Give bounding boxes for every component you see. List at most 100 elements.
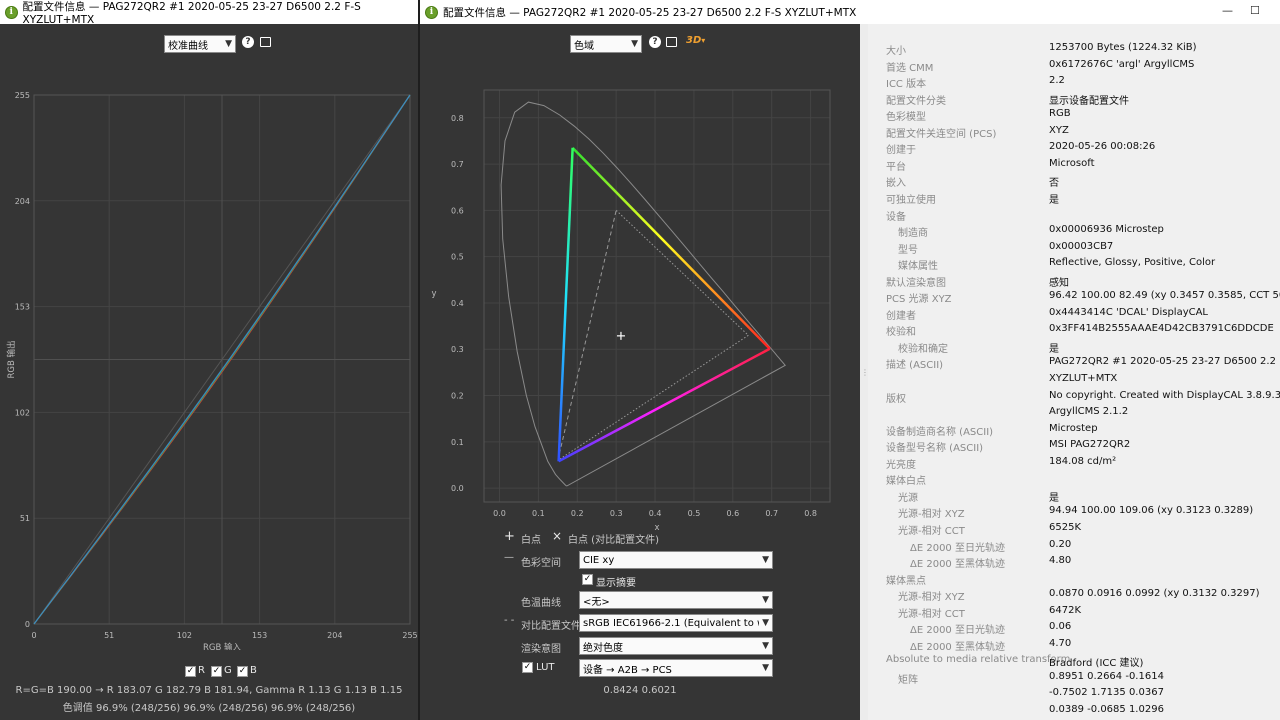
y-tick-label: 51: [20, 514, 30, 523]
y-axis-label: y: [431, 289, 436, 299]
x-tick-label: 0.8: [804, 509, 817, 518]
chevron-down-icon: ▼: [762, 641, 769, 651]
info-row-value: 4.70: [1049, 637, 1072, 649]
info-row-key: 设备: [886, 211, 906, 223]
y-tick-label: 0.0: [451, 484, 464, 493]
info-row-value: Reflective, Glossy, Positive, Color: [1049, 257, 1216, 269]
compare-profile-select[interactable]: sRGB IEC61966-2.1 (Equivalent to www.srg…: [579, 614, 773, 632]
color-space-line-icon: —: [504, 552, 514, 563]
chevron-down-icon: ▼: [762, 595, 769, 605]
minimize-button[interactable]: —: [1222, 4, 1233, 17]
gamut-edge-green-red: [571, 146, 771, 350]
save-image-icon[interactable]: [260, 37, 271, 47]
maximize-button[interactable]: ☐: [1250, 4, 1260, 17]
channel-checkboxes: ✓ R ✓ G ✓ B: [185, 665, 305, 679]
info-row-key: ΔE 2000 至黑体轨迹: [910, 641, 1005, 653]
info-row-value: -0.7502 1.7135 0.0367: [1049, 687, 1164, 699]
lut-select[interactable]: 设备 → A2B → PCS ▼: [579, 659, 773, 677]
status-line-1: R=G=B 190.00 → R 183.07 G 182.79 B 181.9…: [15, 685, 403, 696]
x-tick-label: 0.0: [493, 509, 506, 518]
help-icon[interactable]: ?: [242, 36, 254, 48]
gamut-edge-red-blue: [558, 347, 771, 463]
middle-view-select[interactable]: 色域 ▼: [570, 35, 642, 53]
spectral-locus: [500, 101, 786, 487]
calibration-curve-plot[interactable]: 0 51 102 153 204 255 0 51 102 153 204 255 RGB 输入 RGB …: [0, 60, 418, 650]
tone-curve-select-value: <无>: [583, 596, 610, 608]
y-tick-label: 0.8: [451, 114, 464, 123]
info-row-value: 94.94 100.00 109.06 (xy 0.3123 0.3289): [1049, 505, 1254, 517]
x-axis-label: RGB 输入: [203, 642, 242, 650]
info-row-key: 光源-相对 XYZ: [898, 509, 965, 521]
help-icon[interactable]: ?: [649, 36, 661, 48]
info-titlebar[interactable]: — ☐: [860, 0, 1280, 24]
info-row-key: 光源-相对 CCT: [898, 525, 965, 537]
compare-profile-label: 对比配置文件: [521, 621, 581, 632]
x-tick-label: 0.1: [532, 509, 545, 518]
info-row-value: XYZLUT+MTX: [1049, 373, 1118, 384]
middle-content: 色域 ▼ ? 3D▾ 0.0 0.1 0.2 0.3 0.4 0.5 0.6 0.7 0.8 0.…: [420, 24, 860, 720]
x-tick-label: 204: [327, 631, 342, 640]
x-tick-label: 0.5: [688, 509, 701, 518]
checkbox-r[interactable]: ✓: [185, 666, 196, 677]
info-row-key: 型号: [898, 244, 918, 256]
middle-window-title: 配置文件信息 — PAG272QR2 #1 2020-05-25 23-27 D…: [443, 6, 857, 19]
compare-gamut-edge: [557, 210, 617, 461]
info-row-key: 描述 (ASCII): [886, 360, 944, 372]
y-tick-label: 0.5: [451, 253, 464, 262]
left-view-select[interactable]: 校准曲线 ▼: [164, 35, 236, 53]
x-tick-label: 0.2: [571, 509, 584, 518]
info-row-value: MSI PAG272QR2: [1049, 439, 1131, 451]
panel-splitter[interactable]: ⋮: [860, 24, 869, 720]
info-row-key: ΔE 2000 至黑体轨迹: [910, 559, 1005, 571]
info-row-key: 光亮度: [886, 459, 916, 471]
profile-info-panel: 大小 1253700 Bytes (1224.32 KiB) 首选 CMM 0x617…: [868, 24, 1280, 720]
middle-titlebar[interactable]: i 配置文件信息 — PAG272QR2 #1 2020-05-25 23-27…: [420, 0, 860, 24]
x-tick-label: 0: [31, 631, 36, 640]
info-row-value: 0.0389 -0.0685 1.0296: [1049, 704, 1164, 715]
info-row-value: 是: [1049, 343, 1059, 355]
chevron-down-icon: ▼: [225, 39, 232, 49]
rendering-intent-select[interactable]: 绝对色度 ▼: [579, 637, 773, 655]
legend-compare-white-point: 白点 (对比配置文件): [568, 535, 659, 546]
info-row-value: 感知: [1049, 277, 1069, 289]
info-app-icon: i: [5, 5, 18, 19]
middle-window: i 配置文件信息 — PAG272QR2 #1 2020-05-25 23-27…: [420, 0, 860, 720]
compare-gamut-edge: [615, 209, 749, 336]
x-tick-label: 0.6: [726, 509, 739, 518]
color-space-select[interactable]: CIE xy ▼: [579, 551, 773, 569]
3d-view-icon[interactable]: 3D▾: [686, 35, 705, 46]
info-row-value: 2020-05-26 00:08:26: [1049, 141, 1156, 153]
checkbox-r-label: R: [198, 665, 205, 676]
checkbox-g[interactable]: ✓: [211, 666, 222, 677]
lut-select-value: 设备 → A2B → PCS: [583, 664, 672, 676]
info-row-key: 创建者: [886, 310, 916, 322]
info-row-value: 否: [1049, 178, 1059, 190]
checkbox-b[interactable]: ✓: [237, 666, 248, 677]
show-summary-checkbox[interactable]: ✓: [582, 574, 593, 585]
info-row-value: 0.0870 0.0916 0.0992 (xy 0.3132 0.3297): [1049, 588, 1260, 600]
info-row-key: ΔE 2000 至日光轨迹: [910, 625, 1005, 637]
info-row-value: 4.80: [1049, 555, 1072, 567]
left-titlebar[interactable]: i 配置文件信息 — PAG272QR2 #1 2020-05-25 23-27…: [0, 0, 418, 26]
compare-white-point-x-icon: ×: [552, 529, 563, 543]
info-row-key: 设备制造商名称 (ASCII): [886, 426, 994, 438]
x-tick-label: 153: [252, 631, 267, 640]
info-row-value: 6525K: [1049, 521, 1082, 533]
chevron-down-icon: ▼: [762, 555, 769, 565]
compare-profile-dash-icon: - -: [504, 615, 515, 626]
info-row-value: No copyright. Created with DisplayCAL 3.…: [1049, 389, 1280, 401]
info-row-key: 光源-相对 XYZ: [898, 592, 965, 604]
rendering-intent-select-value: 绝对色度: [583, 642, 623, 654]
info-row-value: 96.42 100.00 82.49 (xy 0.3457 0.3585, CC…: [1049, 290, 1280, 302]
color-space-select-value: CIE xy: [583, 554, 615, 566]
info-row-key: Absolute to media relative transform: [886, 654, 1071, 666]
tone-curve-select[interactable]: <无> ▼: [579, 591, 773, 609]
save-image-icon[interactable]: [666, 37, 677, 47]
x-tick-label: 255: [402, 631, 417, 640]
lut-checkbox[interactable]: ✓: [522, 662, 533, 673]
info-row-value: 0.06: [1049, 621, 1072, 633]
info-row-value: PAG272QR2 #1 2020-05-25 23-27 D6500 2.2 …: [1049, 356, 1280, 368]
gamut-plot[interactable]: 0.0 0.1 0.2 0.3 0.4 0.5 0.6 0.7 0.8 0.0 0.1 0.2 0.3 0…: [420, 60, 860, 560]
y-tick-label: 0.3: [451, 345, 464, 354]
y-tick-label: 0.1: [451, 438, 464, 447]
